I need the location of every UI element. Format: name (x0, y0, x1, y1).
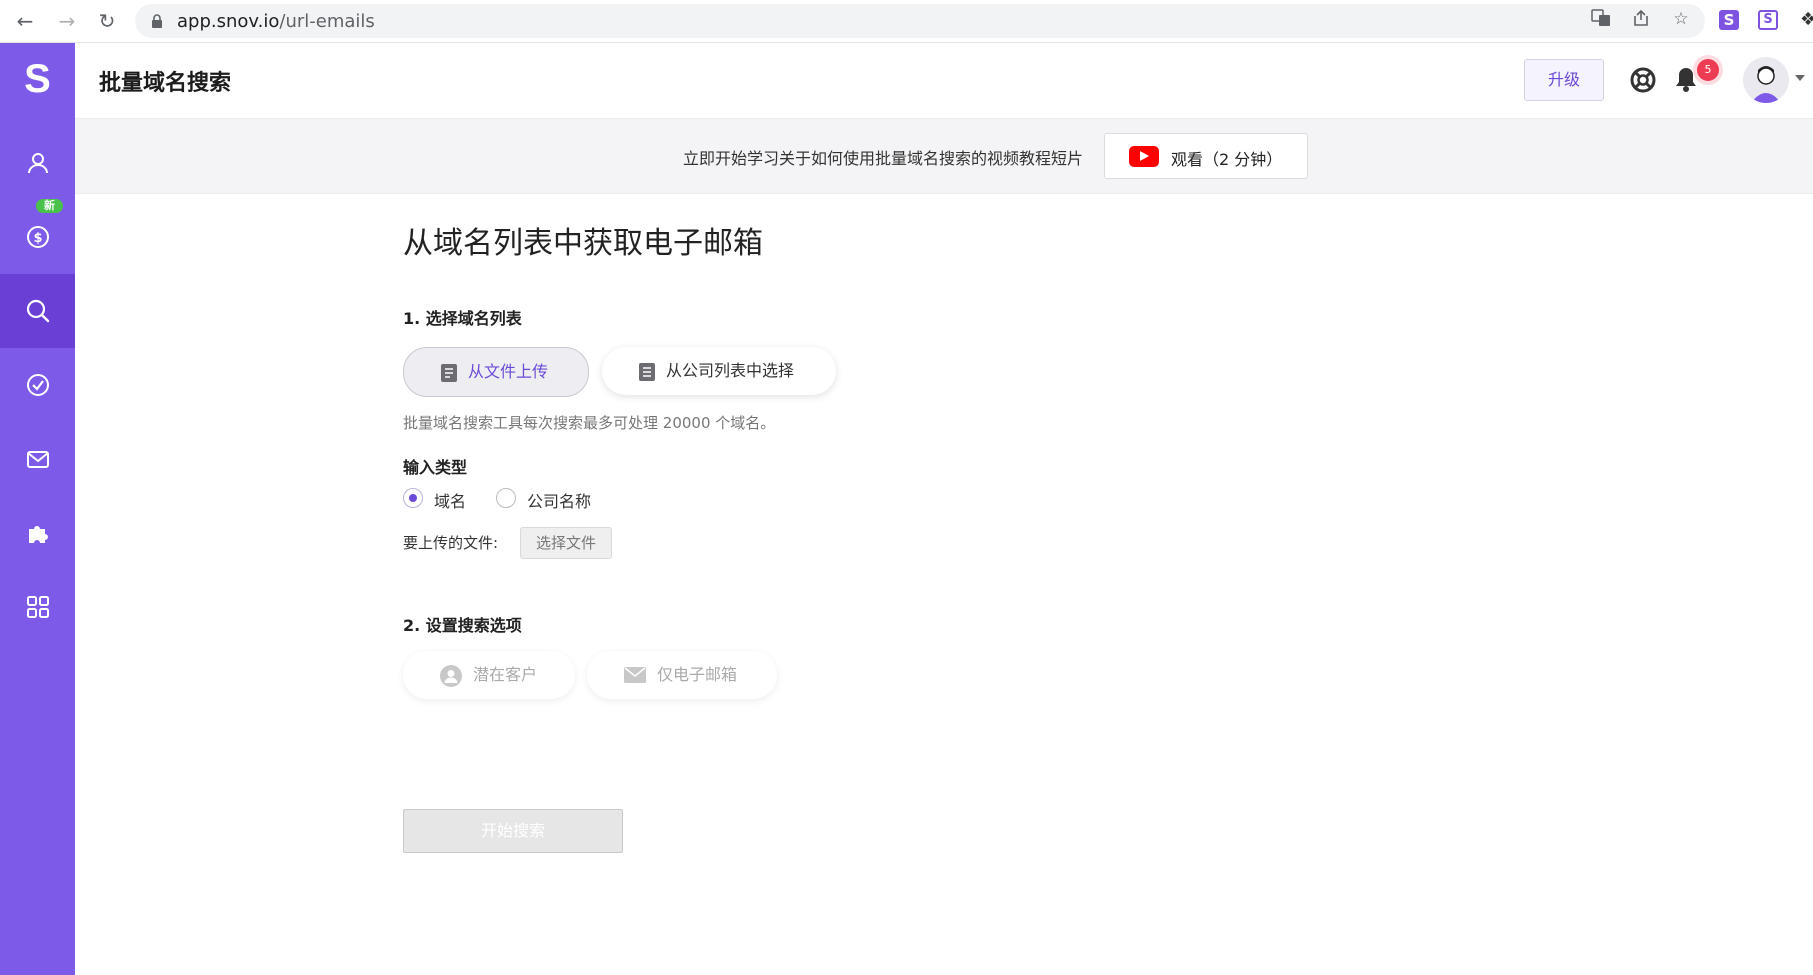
option-prospects-label: 潜在客户 (473, 665, 538, 684)
puzzle-icon (28, 526, 48, 543)
address-bar[interactable]: app.snov.io/url-emails (135, 4, 1705, 38)
snovio-extension-icon[interactable]: S (1719, 10, 1739, 30)
upload-from-file-label: 从文件上传 (468, 362, 549, 381)
banner-text: 立即开始学习关于如何使用批量域名搜索的视频教程短片 (683, 149, 1084, 168)
select-from-company-list-label: 从公司列表中选择 (666, 361, 795, 380)
upload-from-file-button[interactable]: 从文件上传 (403, 347, 589, 397)
avatar-dropdown-caret-icon[interactable] (1795, 75, 1805, 81)
notification-count-badge: 5 (1697, 59, 1719, 81)
sidebar-item-search[interactable] (0, 274, 75, 348)
dollar-icon: $ (26, 226, 49, 248)
avatar[interactable] (1743, 57, 1789, 103)
svg-text:$: $ (33, 231, 42, 246)
check-circle-icon (26, 374, 49, 396)
choose-file-button[interactable]: 选择文件 (520, 527, 612, 559)
sidebar-item-verifier[interactable] (0, 348, 75, 422)
file-upload-label: 要上传的文件: (403, 534, 499, 552)
page-header: 批量域名搜索 升级 5 (75, 43, 1813, 119)
sidebar: S $ 新 (0, 43, 75, 975)
option-emails-only-label: 仅电子邮箱 (657, 665, 738, 684)
reload-icon[interactable]: ↻ (94, 8, 120, 34)
grid-icon (26, 596, 49, 618)
lock-icon (152, 14, 162, 28)
sidebar-item-campaigns[interactable] (0, 422, 75, 496)
bookmark-star-icon[interactable]: ☆ (1670, 8, 1692, 30)
envelope-icon (624, 667, 646, 683)
mail-icon (26, 451, 49, 468)
browser-toolbar: ← → ↻ app.snov.io/url-emails ☆ S S ❖ (0, 0, 1813, 43)
translate-icon[interactable] (1590, 8, 1612, 30)
watch-video-label: 观看（2 分钟） (1171, 150, 1283, 169)
option-prospects-button[interactable]: 潜在客户 (403, 651, 575, 699)
radio-company-name[interactable] (496, 488, 516, 508)
main-heading: 从域名列表中获取电子邮箱 (403, 226, 763, 261)
forward-arrow-icon[interactable]: → (54, 8, 80, 34)
radio-company-name-label: 公司名称 (527, 492, 592, 511)
step2-title: 2. 设置搜索选项 (403, 616, 522, 635)
page-title: 批量域名搜索 (99, 71, 232, 96)
search-icon (26, 299, 49, 323)
step1-title: 1. 选择域名列表 (403, 309, 522, 328)
input-type-label: 输入类型 (403, 458, 468, 477)
sidebar-item-prospects[interactable] (0, 126, 75, 200)
snovio-logo[interactable]: S (0, 57, 75, 102)
sidebar-item-integrations[interactable] (0, 496, 75, 570)
person-icon (440, 665, 462, 687)
url-text: app.snov.io/url-emails (177, 11, 375, 32)
snovio-extension-outline-icon[interactable]: S (1758, 10, 1778, 30)
sidebar-item-apps[interactable] (0, 570, 75, 644)
tutorial-banner: 立即开始学习关于如何使用批量域名搜索的视频教程短片 观看（2 分钟） (75, 119, 1813, 194)
user-icon (27, 153, 48, 174)
domain-limit-hint: 批量域名搜索工具每次搜索最多可处理 20000 个域名。 (403, 414, 776, 432)
document-icon (441, 364, 457, 382)
help-lifebuoy-icon[interactable] (1628, 65, 1658, 95)
back-arrow-icon[interactable]: ← (12, 8, 38, 34)
youtube-play-icon (1129, 146, 1159, 167)
share-icon[interactable] (1630, 8, 1652, 30)
radio-domain[interactable] (403, 488, 423, 508)
extensions-puzzle-icon[interactable]: ❖ (1800, 9, 1813, 30)
watch-video-button[interactable]: 观看（2 分钟） (1104, 133, 1308, 179)
radio-domain-label: 域名 (434, 492, 467, 511)
upgrade-button[interactable]: 升级 (1524, 59, 1604, 101)
new-badge: 新 (36, 199, 63, 213)
option-emails-only-button[interactable]: 仅电子邮箱 (587, 651, 777, 699)
list-icon (639, 363, 655, 381)
start-search-button[interactable]: 开始搜索 (403, 809, 623, 853)
select-from-company-list-button[interactable]: 从公司列表中选择 (602, 347, 836, 395)
